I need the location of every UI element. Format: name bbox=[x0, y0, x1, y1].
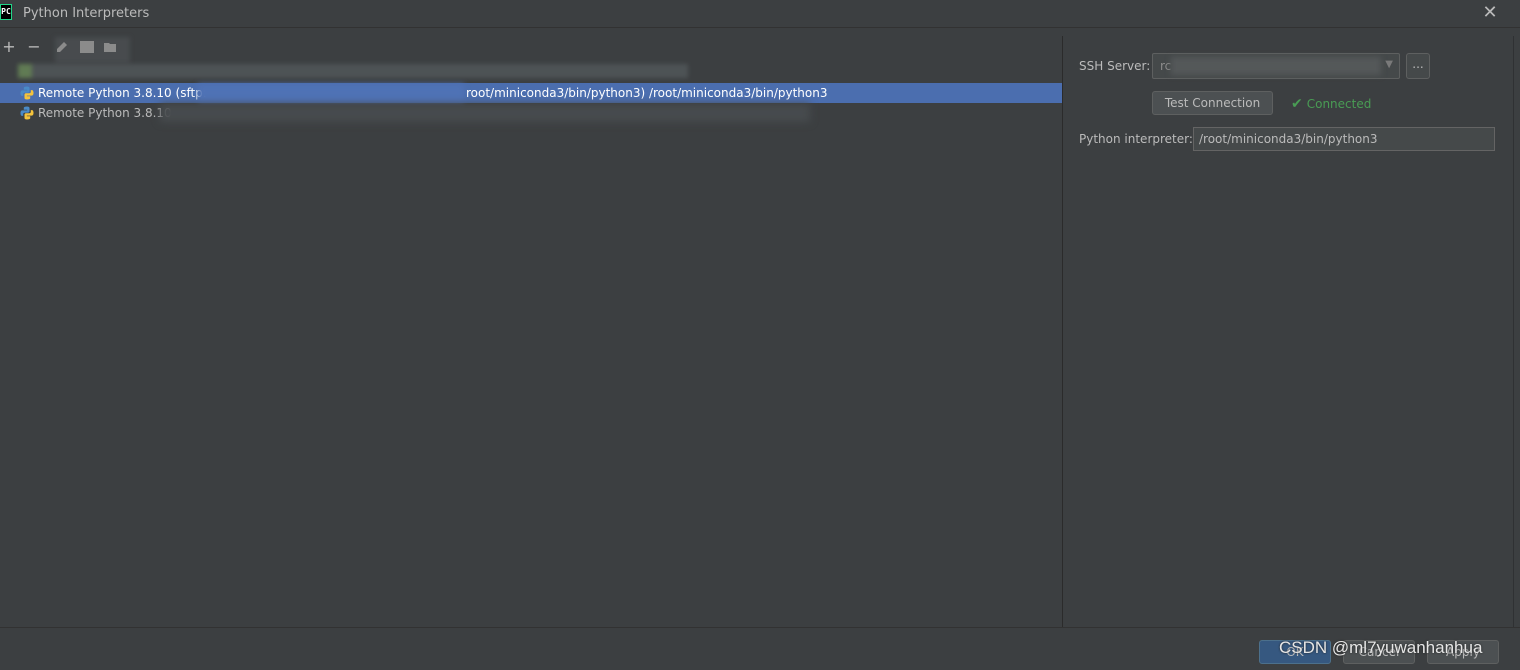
python-interpreters-dialog: PC Python Interpreters ✕ + − Remote Pyth… bbox=[0, 0, 1520, 670]
pycharm-logo-icon: PC bbox=[0, 4, 12, 20]
blurred-host bbox=[198, 84, 464, 102]
python-interpreter-label: Python interpreter: bbox=[1079, 132, 1193, 146]
edit-icon[interactable] bbox=[56, 41, 68, 53]
interpreter-settings-panel: SSH Server: rc ▼ ... Test Connection ✔ Co… bbox=[1063, 29, 1513, 627]
blurred-server-name bbox=[1171, 57, 1381, 75]
ssh-server-value: rc bbox=[1160, 59, 1172, 73]
connection-status: ✔ Connected bbox=[1291, 96, 1371, 112]
title-bar: PC Python Interpreters ✕ bbox=[0, 0, 1520, 28]
test-connection-button[interactable]: Test Connection bbox=[1152, 91, 1273, 115]
window-title: Python Interpreters bbox=[23, 6, 150, 21]
add-interpreter-button[interactable]: + bbox=[0, 37, 18, 57]
interpreter-list: Remote Python 3.8.10 (sftp: root/minicon… bbox=[0, 63, 1062, 123]
ssh-server-label: SSH Server: bbox=[1079, 59, 1151, 73]
list-item[interactable]: Remote Python 3.8.10 bbox=[0, 103, 1062, 123]
blurred-interpreter-entry bbox=[18, 64, 688, 78]
watermark: CSDN @ml7yuwanhanhua bbox=[1279, 638, 1483, 657]
chevron-down-icon: ▼ bbox=[1385, 59, 1393, 70]
python-interpreter-field[interactable] bbox=[1193, 127, 1495, 151]
remove-interpreter-button[interactable]: − bbox=[25, 37, 43, 57]
python-icon bbox=[20, 86, 34, 100]
close-button[interactable]: ✕ bbox=[1480, 4, 1500, 24]
interpreter-list-panel: + − Remote Python 3.8.10 (sftp: root/min… bbox=[0, 29, 1062, 627]
list-item-label: Remote Python 3.8.10 (sftp: bbox=[38, 86, 207, 100]
blurred-details bbox=[160, 104, 810, 122]
python-icon bbox=[20, 106, 34, 120]
ssh-server-dropdown[interactable]: rc ▼ bbox=[1152, 53, 1400, 79]
list-item-label: Remote Python 3.8.10 bbox=[38, 106, 172, 120]
folder-icon[interactable] bbox=[104, 41, 116, 53]
browse-ssh-button[interactable]: ... bbox=[1406, 53, 1430, 79]
connection-status-text: Connected bbox=[1306, 97, 1372, 111]
interpreter-toolbar: + − bbox=[0, 37, 200, 63]
interpreter-path: root/miniconda3/bin/python3) /root/minic… bbox=[466, 86, 828, 100]
list-item[interactable] bbox=[0, 63, 1062, 83]
check-icon: ✔ bbox=[1291, 96, 1303, 112]
right-edge-divider bbox=[1513, 36, 1514, 628]
list-item[interactable]: Remote Python 3.8.10 (sftp: root/minicon… bbox=[0, 83, 1062, 103]
show-paths-icon[interactable] bbox=[80, 41, 94, 53]
